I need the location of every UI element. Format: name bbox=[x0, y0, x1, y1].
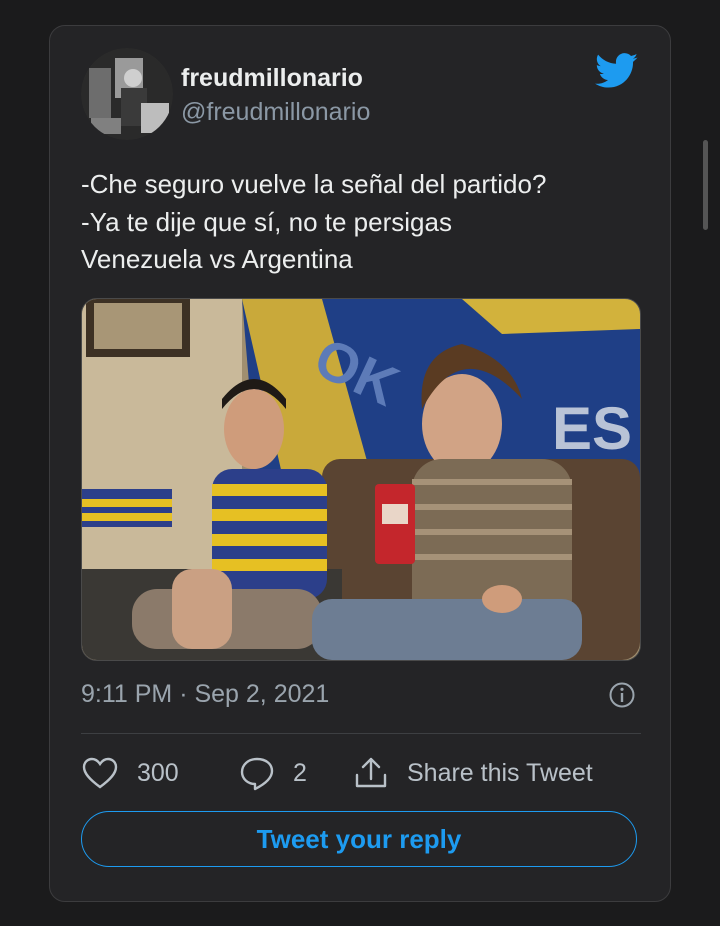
heart-icon bbox=[82, 757, 118, 789]
display-name[interactable]: freudmillonario bbox=[181, 64, 363, 93]
divider bbox=[81, 733, 641, 734]
twitter-bird-icon[interactable] bbox=[595, 53, 639, 89]
tweet-media-image[interactable]: OK ES bbox=[81, 298, 641, 661]
tweet-your-reply-button[interactable]: Tweet your reply bbox=[81, 811, 637, 867]
like-count: 300 bbox=[137, 758, 179, 787]
tweet-text: -Che seguro vuelve la señal del partido?… bbox=[81, 166, 641, 279]
speech-bubble-icon bbox=[240, 757, 274, 791]
scrollbar[interactable] bbox=[700, 0, 710, 926]
user-handle[interactable]: @freudmillonario bbox=[181, 98, 370, 127]
share-label: Share this Tweet bbox=[407, 758, 593, 787]
tweet-text-line: -Che seguro vuelve la señal del partido? bbox=[81, 169, 547, 199]
info-icon[interactable] bbox=[608, 681, 636, 709]
tweet-text-line: Venezuela vs Argentina bbox=[81, 244, 353, 274]
reply-count-button[interactable]: 2 bbox=[239, 753, 307, 793]
share-upload-icon bbox=[355, 757, 387, 788]
flag-letters-es: ES bbox=[552, 395, 632, 462]
reply-count: 2 bbox=[293, 758, 307, 787]
like-button[interactable]: 300 bbox=[81, 753, 179, 793]
timestamp[interactable]: 9:11 PM · Sep 2, 2021 bbox=[81, 680, 329, 709]
tweet-meta-row: 9:11 PM · Sep 2, 2021 bbox=[81, 678, 641, 712]
tweet-actions: 300 2 Share this Tweet bbox=[81, 753, 641, 793]
tweet-card: freudmillonario @freudmillonario -Che se… bbox=[49, 25, 671, 902]
share-button[interactable]: Share this Tweet bbox=[353, 753, 593, 793]
tweet-text-line: -Ya te dije que sí, no te persigas bbox=[81, 206, 452, 237]
scrollbar-thumb[interactable] bbox=[703, 140, 708, 230]
avatar[interactable] bbox=[81, 48, 173, 140]
